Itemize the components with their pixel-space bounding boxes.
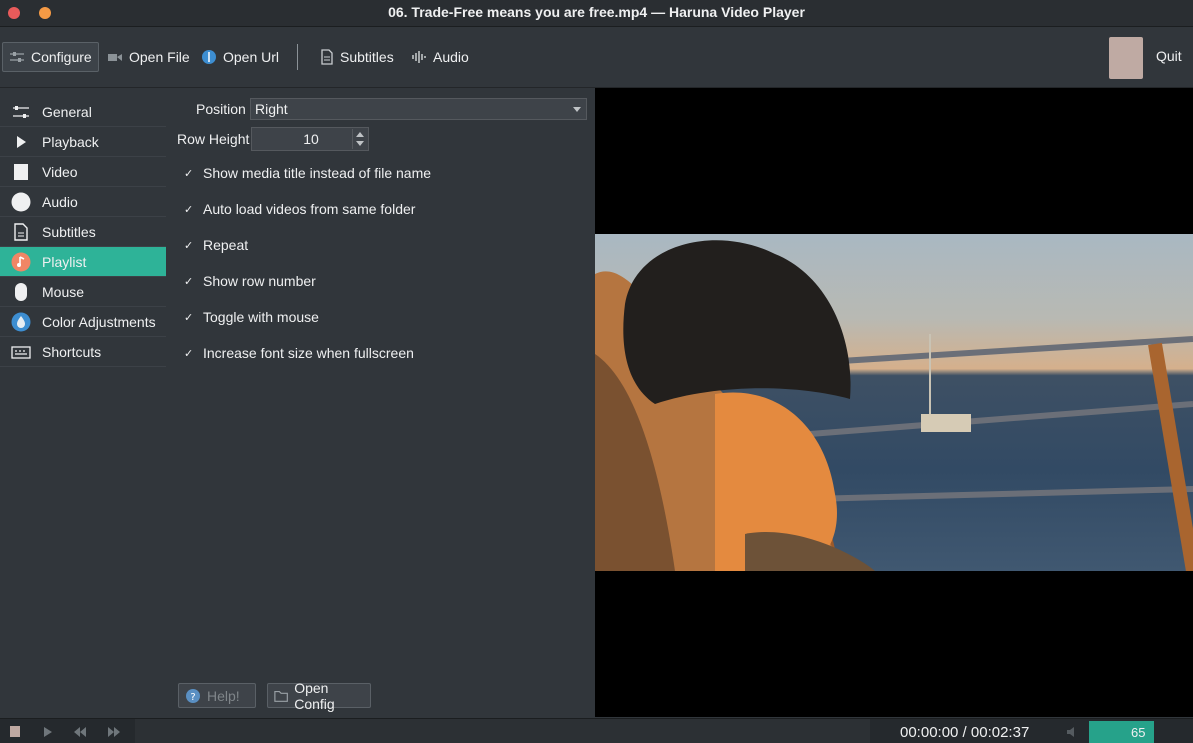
music-note-icon bbox=[11, 252, 31, 271]
sidebar-item-label: Audio bbox=[42, 193, 78, 210]
video-frame-image bbox=[595, 240, 1193, 571]
sidebar-item-subtitles[interactable]: Subtitles bbox=[0, 217, 166, 247]
sidebar-item-shortcuts[interactable]: Shortcuts bbox=[0, 337, 166, 367]
check-icon: ✓ bbox=[184, 167, 194, 180]
check-icon: ✓ bbox=[184, 311, 194, 324]
sidebar-item-mouse[interactable]: Mouse bbox=[0, 277, 166, 307]
checkbox-label: Show row number bbox=[203, 273, 316, 289]
sidebar-item-playlist[interactable]: Playlist bbox=[0, 247, 166, 277]
audio-icon bbox=[412, 51, 426, 63]
configure-button[interactable]: Configure bbox=[2, 42, 99, 72]
sidebar-item-label: Playback bbox=[42, 133, 99, 150]
checkbox-toggle-with-mouse[interactable]: ✓ Toggle with mouse bbox=[184, 309, 319, 325]
checkbox-label: Show media title instead of file name bbox=[203, 165, 432, 181]
checkbox-auto-load[interactable]: ✓ Auto load videos from same folder bbox=[184, 201, 415, 217]
subtitles-label: Subtitles bbox=[340, 49, 394, 65]
open-config-button[interactable]: Open Config bbox=[267, 680, 371, 712]
checkbox-show-row-number[interactable]: ✓ Show row number bbox=[184, 273, 316, 289]
spinbox-arrows[interactable] bbox=[352, 129, 366, 149]
sidebar-item-label: Shortcuts bbox=[42, 343, 102, 360]
playback-bar: 00:00:00 / 00:02:37 65 bbox=[0, 718, 1193, 743]
play-icon[interactable] bbox=[43, 726, 53, 738]
row-height-spinbox[interactable]: 10 bbox=[251, 127, 369, 151]
check-icon: ✓ bbox=[184, 347, 194, 360]
title-bar: 06. Trade-Free means you are free.mp4 — … bbox=[0, 0, 1193, 27]
toolbar: Configure Open File Open Url Subtitles A… bbox=[0, 28, 1193, 88]
row-height-row: Row Height bbox=[177, 131, 249, 147]
chevron-down-icon[interactable] bbox=[356, 141, 364, 146]
sliders-icon bbox=[10, 52, 24, 62]
chevron-down-icon bbox=[573, 107, 581, 112]
open-url-button[interactable]: Open Url bbox=[195, 42, 285, 72]
previous-icon[interactable] bbox=[73, 726, 87, 738]
video-frame bbox=[595, 234, 1193, 571]
audio-button[interactable]: Audio bbox=[405, 42, 475, 72]
globe-icon bbox=[202, 50, 216, 64]
checkbox-increase-font-size[interactable]: ✓ Increase font size when fullscreen bbox=[184, 345, 414, 361]
position-select[interactable]: Right bbox=[250, 98, 587, 120]
window-title: 06. Trade-Free means you are free.mp4 — … bbox=[388, 4, 805, 20]
sidebar-item-audio[interactable]: Audio bbox=[0, 187, 166, 217]
open-url-label: Open Url bbox=[223, 49, 280, 65]
stop-icon[interactable] bbox=[9, 725, 21, 738]
configure-label: Configure bbox=[31, 49, 92, 65]
subtitles-button[interactable]: Subtitles bbox=[314, 42, 400, 72]
position-label: Position bbox=[196, 101, 246, 117]
sidebar-item-label: Mouse bbox=[42, 283, 85, 300]
mouse-icon bbox=[15, 282, 27, 301]
help-label: Help! bbox=[207, 687, 240, 704]
audio-disc-icon bbox=[11, 192, 31, 211]
sidebar-item-general[interactable]: General bbox=[0, 97, 166, 127]
checkbox-label: Increase font size when fullscreen bbox=[203, 345, 414, 361]
sidebar-item-label: General bbox=[42, 103, 92, 120]
document-icon bbox=[321, 49, 333, 65]
next-icon[interactable] bbox=[107, 726, 121, 738]
chevron-up-icon[interactable] bbox=[356, 132, 364, 137]
position-row: Position bbox=[196, 101, 246, 117]
check-icon: ✓ bbox=[184, 239, 194, 252]
settings-sidebar: General Playback Video Audio Subtitles P… bbox=[0, 97, 166, 367]
sidebar-item-label: Playlist bbox=[42, 253, 87, 270]
row-height-label: Row Height bbox=[177, 131, 250, 147]
sidebar-item-playback[interactable]: Playback bbox=[0, 127, 166, 157]
quit-button[interactable]: Quit bbox=[1156, 48, 1182, 64]
position-select-value: Right bbox=[255, 101, 288, 117]
checkbox-label: Toggle with mouse bbox=[203, 309, 319, 325]
checkbox-show-media-title[interactable]: ✓ Show media title instead of file name bbox=[184, 165, 431, 181]
sidebar-item-label: Video bbox=[42, 163, 78, 180]
folder-icon bbox=[274, 690, 288, 702]
open-file-label: Open File bbox=[129, 49, 190, 65]
volume-value: 65 bbox=[1131, 725, 1146, 740]
seek-slider[interactable] bbox=[135, 719, 870, 743]
help-button[interactable]: ? Help! bbox=[178, 683, 256, 708]
sliders-icon bbox=[13, 105, 29, 118]
toolbar-separator bbox=[297, 44, 298, 70]
check-icon: ✓ bbox=[184, 275, 194, 288]
video-area[interactable] bbox=[595, 88, 1193, 717]
check-icon: ✓ bbox=[184, 203, 194, 216]
time-display: 00:00:00 / 00:02:37 bbox=[900, 724, 1030, 741]
checkbox-label: Repeat bbox=[203, 237, 249, 253]
sidebar-item-video[interactable]: Video bbox=[0, 157, 166, 187]
keyboard-icon bbox=[11, 345, 31, 359]
sidebar-item-label: Subtitles bbox=[42, 223, 96, 240]
audio-label: Audio bbox=[433, 49, 469, 65]
open-file-button[interactable]: Open File bbox=[101, 42, 196, 72]
camera-icon bbox=[108, 54, 122, 61]
video-icon bbox=[14, 163, 28, 180]
color-icon bbox=[11, 312, 31, 331]
sidebar-item-label: Color Adjustments bbox=[42, 313, 156, 330]
open-config-label: Open Config bbox=[294, 679, 335, 712]
checkbox-label: Auto load videos from same folder bbox=[203, 201, 416, 217]
checkbox-repeat[interactable]: ✓ Repeat bbox=[184, 237, 248, 253]
play-icon bbox=[17, 135, 26, 148]
volume-icon[interactable] bbox=[1066, 726, 1080, 738]
document-icon bbox=[14, 222, 28, 241]
svg-text:?: ? bbox=[190, 692, 195, 703]
sidebar-item-color-adjustments[interactable]: Color Adjustments bbox=[0, 307, 166, 337]
help-icon: ? bbox=[186, 688, 200, 703]
avatar bbox=[1109, 37, 1143, 79]
